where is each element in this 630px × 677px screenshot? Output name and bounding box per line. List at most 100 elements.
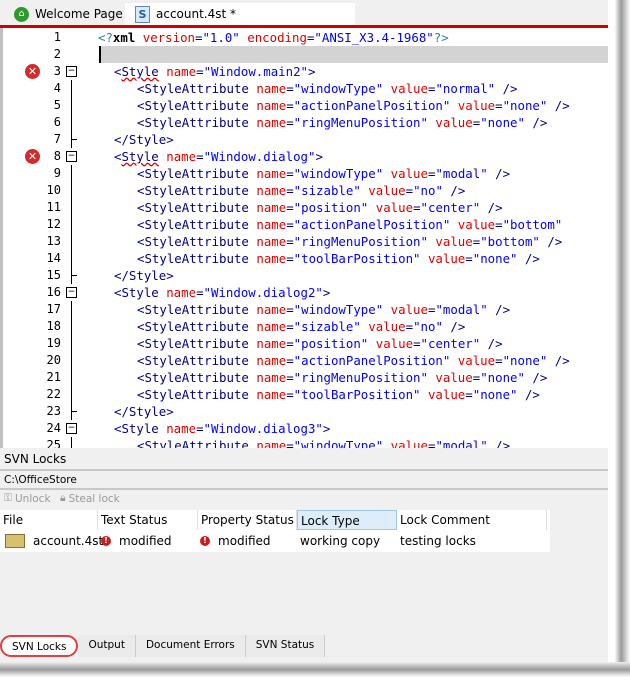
fold-toggle-icon[interactable]: − — [66, 423, 77, 434]
editor-tab-bar: ⌂ Welcome Page Saccount.4st * — [0, 0, 615, 28]
line-number: 17 — [46, 302, 61, 316]
code-line[interactable]: 4 <StyleAttribute name="windowType" value… — [3, 80, 618, 97]
token-pi: <? — [98, 30, 113, 45]
code-line[interactable]: 2 — [3, 46, 618, 63]
token-tag: /> — [442, 183, 466, 198]
code-line[interactable]: 18 <StyleAttribute name="sizable" value="… — [3, 318, 618, 335]
token-tag: = — [286, 217, 294, 232]
token-val: "no" — [413, 319, 443, 334]
tab-welcome-page[interactable]: ⌂ Welcome Page — [14, 3, 123, 25]
token-attr: name — [256, 217, 287, 232]
token-tag: <StyleAttribute — [137, 115, 257, 130]
token-attr: name — [256, 166, 287, 181]
code-line[interactable]: 23 </Style> — [3, 403, 618, 420]
code-line[interactable]: 22 <StyleAttribute name="toolBarPosition"… — [3, 386, 618, 403]
code-line[interactable]: 15 </Style> — [3, 267, 618, 284]
steal-lock-label: Steal lock — [68, 492, 120, 505]
fold-toggle-icon[interactable]: − — [66, 66, 77, 77]
code-line[interactable]: ✕ 3− <Style name="Window.main2"> — [3, 63, 618, 80]
token-tag: <StyleAttribute — [137, 183, 257, 198]
fold-guide — [71, 114, 72, 131]
code-line[interactable]: 13 <StyleAttribute name="ringMenuPosition… — [3, 233, 618, 250]
code-text: <StyleAttribute name="toolBarPosition" v… — [137, 250, 540, 267]
code-line[interactable]: 9 <StyleAttribute name="windowType" value… — [3, 165, 618, 182]
cell-file: account.4st — [2, 531, 103, 551]
column-lock-comment[interactable]: Lock Comment — [397, 510, 547, 530]
tab-account-4st[interactable]: Saccount.4st * — [125, 3, 355, 25]
column-file[interactable]: File — [0, 510, 98, 530]
token-tag: = — [286, 200, 294, 215]
token-tag: = — [286, 302, 294, 317]
code-line[interactable]: 21 <StyleAttribute name="ringMenuPosition… — [3, 369, 618, 386]
fold-guide — [71, 165, 72, 182]
line-number: 8 — [53, 149, 61, 163]
token-tag: = — [465, 387, 473, 402]
token-sq: Style — [121, 149, 159, 164]
token-attr: name — [166, 421, 197, 436]
fold-guide — [71, 97, 72, 114]
token-attr: value — [457, 217, 496, 232]
lock-icon: 🔒︎ — [60, 492, 66, 504]
token-attr: value — [427, 251, 466, 266]
token-xml: xml — [112, 30, 136, 45]
token-t — [450, 353, 457, 368]
token-tag: /> — [480, 200, 503, 215]
code-line[interactable]: 11 <StyleAttribute name="position" value=… — [3, 199, 618, 216]
tab-svn-locks[interactable]: SVN Locks — [0, 635, 79, 657]
code-line[interactable]: 24− <Style name="Window.dialog3"> — [3, 420, 618, 437]
tab-output[interactable]: Output — [78, 635, 136, 657]
line-number: 3 — [53, 64, 61, 78]
code-line[interactable]: 1 <?xml version="1.0" encoding="ANSI_X3.4… — [3, 29, 618, 46]
column-text-status[interactable]: Text Status — [98, 510, 198, 530]
torn-edge — [608, 0, 630, 677]
token-tag: = — [286, 234, 294, 249]
code-line[interactable]: 6 <StyleAttribute name="ringMenuPosition"… — [3, 114, 618, 131]
tab-svn-status[interactable]: SVN Status — [245, 635, 326, 657]
token-tag: /> — [495, 81, 518, 96]
code-line[interactable]: 19 <StyleAttribute name="position" value=… — [3, 335, 618, 352]
token-t — [135, 30, 142, 45]
unlock-button[interactable]: ⚿ Unlock — [4, 492, 51, 505]
token-tag: <Style — [114, 421, 167, 436]
fold-guide — [71, 182, 72, 199]
token-val: "Window.dialog3" — [203, 421, 323, 436]
code-line[interactable]: 10 <StyleAttribute name="sizable" value="… — [3, 182, 618, 199]
panel-title: SVN Locks — [4, 452, 67, 466]
code-line[interactable]: ✕ 8− <Style name="Window.dialog"> — [3, 148, 618, 165]
tab-document-errors[interactable]: Document Errors — [135, 635, 246, 657]
column-property-status[interactable]: Property Status — [198, 510, 297, 530]
fold-guide — [71, 80, 72, 97]
steal-lock-button[interactable]: 🔒︎ Steal lock — [60, 492, 120, 505]
code-line[interactable]: 17 <StyleAttribute name="windowType" valu… — [3, 301, 618, 318]
cell-lock-type: working copy — [300, 534, 381, 548]
token-tag: <StyleAttribute — [137, 336, 257, 351]
file-name: account.4st — [33, 534, 104, 548]
token-attr: value — [435, 115, 473, 130]
fold-toggle-icon[interactable]: − — [66, 151, 77, 162]
code-line[interactable]: 14 <StyleAttribute name="toolBarPosition"… — [3, 250, 618, 267]
column-lock-type[interactable]: Lock Type — [297, 510, 397, 530]
token-tag: /> — [480, 336, 503, 351]
token-val: "center" — [420, 336, 481, 351]
token-attr: name — [256, 438, 287, 448]
token-pi: ?> — [433, 30, 449, 45]
code-line[interactable]: 20 <StyleAttribute name="actionPanelPosit… — [3, 352, 618, 369]
code-line[interactable]: 16− <Style name="Window.dialog2"> — [3, 284, 618, 301]
token-tag: /> — [487, 302, 511, 317]
token-val: "modal" — [435, 166, 488, 181]
token-attr: value — [390, 81, 428, 96]
svn-locks-panel: SVN Locks C:\OfficeStore ⚿ Unlock 🔒︎ Steal… — [0, 448, 615, 677]
code-line[interactable]: 12 <StyleAttribute name="actionPanelPosit… — [3, 216, 618, 233]
token-val: "windowType" — [293, 302, 384, 317]
code-text: <StyleAttribute name="position" value="c… — [137, 335, 503, 352]
token-t — [368, 200, 375, 215]
token-val: "windowType" — [293, 438, 384, 448]
code-line[interactable]: 7 </Style> — [3, 131, 618, 148]
code-text: <StyleAttribute name="ringMenuPosition" … — [137, 369, 547, 386]
code-line[interactable]: 5 <StyleAttribute name="actionPanelPositi… — [3, 97, 618, 114]
code-line[interactable]: 25 <StyleAttribute name="windowType" valu… — [3, 437, 618, 448]
token-attr: value — [457, 353, 496, 368]
token-tag: = — [196, 285, 204, 300]
fold-toggle-icon[interactable]: − — [66, 287, 77, 298]
code-editor[interactable]: 1 <?xml version="1.0" encoding="ANSI_X3.4… — [0, 28, 618, 448]
